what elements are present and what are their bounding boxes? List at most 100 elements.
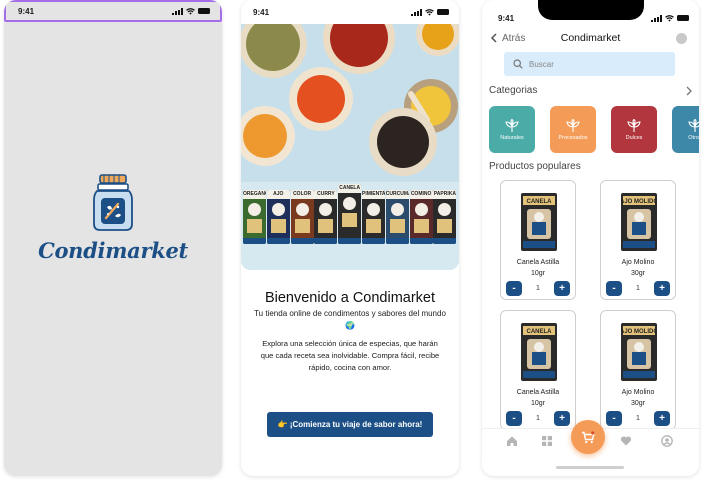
category-procesados[interactable]: Procesados — [550, 106, 596, 153]
status-bar: 9:41 — [4, 0, 222, 22]
status-icons — [411, 8, 449, 16]
heart-icon[interactable] — [620, 435, 632, 447]
spices-hero-image: OREGANOAJOCOLORCURRYCANELAPIMIENTACURCUM… — [241, 24, 459, 270]
wifi-icon — [425, 8, 434, 16]
signal-icon — [411, 8, 422, 16]
splash-logo: Condimarket — [4, 174, 222, 263]
profile-icon[interactable] — [661, 435, 673, 447]
leaf-icon — [627, 118, 641, 132]
package-label: CANELA — [527, 329, 553, 335]
welcome-subtitle: Tu tienda online de condimentos y sabore… — [254, 309, 446, 330]
status-bar: 9:41 — [482, 6, 699, 30]
category-label: Otros — [688, 134, 699, 141]
packet-label: PAPRIKA — [433, 190, 457, 199]
status-icons — [651, 14, 689, 22]
chevron-right-icon[interactable] — [686, 86, 693, 96]
leaf-icon — [688, 118, 699, 132]
status-bar: 9:41 — [241, 0, 459, 24]
spice-packets-row: OREGANOAJOCOLORCURRYCANELAPIMIENTACURCUM… — [243, 182, 457, 244]
market-home-screen: 9:41 Atrás Condimarket Buscar Categorias… — [482, 0, 699, 476]
decrease-button[interactable]: - — [506, 280, 522, 296]
packet-label: CANELA — [338, 184, 362, 193]
quantity-stepper: - 1 + — [506, 410, 570, 426]
search-placeholder: Buscar — [529, 59, 554, 69]
spice-packet: CANELA — [338, 184, 362, 244]
category-dulces[interactable]: Dulces — [611, 106, 657, 153]
home-indicator — [556, 466, 624, 469]
decrease-button[interactable]: - — [606, 410, 622, 426]
cart-button[interactable] — [571, 420, 605, 454]
home-icon[interactable] — [506, 435, 518, 447]
package-label: AJO MOLIDO — [621, 329, 657, 335]
packet-label: CURCUMA — [385, 190, 409, 199]
quantity-stepper: - 1 + — [606, 410, 670, 426]
spice-packet: CURRY — [314, 190, 338, 244]
product-card[interactable]: CANELA Canela Astilla 10gr - 1 + — [500, 310, 576, 430]
package-label: AJO MOLIDO — [621, 199, 657, 205]
increase-button[interactable]: + — [554, 410, 570, 426]
product-name: Ajo Molino — [621, 389, 655, 396]
category-naturales[interactable]: Naturales — [489, 106, 535, 153]
wifi-icon — [665, 14, 674, 22]
decrease-button[interactable]: - — [606, 280, 622, 296]
spice-packet: COMINO — [409, 190, 433, 244]
start-journey-label: 👉 ¡Comienza tu viaje de sabor ahora! — [277, 420, 423, 429]
spice-packet: OREGANO — [243, 190, 266, 244]
start-journey-button[interactable]: 👉 ¡Comienza tu viaje de sabor ahora! — [267, 412, 433, 437]
popular-products-title: Productos populares — [489, 161, 581, 172]
product-card[interactable]: AJO MOLIDO Ajo Molino 30gr - 1 + — [600, 310, 676, 430]
battery-icon — [198, 8, 210, 14]
product-weight: 30gr — [630, 400, 645, 407]
increase-button[interactable]: + — [654, 410, 670, 426]
decrease-button[interactable]: - — [506, 410, 522, 426]
quantity-stepper: - 1 + — [506, 280, 570, 296]
welcome-screen: 9:41 OREGANOAJOCOLORCURRYCANELAPIMIENTAC… — [241, 0, 459, 476]
product-name: Ajo Molino — [621, 259, 655, 266]
status-time: 9:41 — [253, 7, 270, 17]
product-image: AJO MOLIDO — [621, 193, 657, 251]
category-otros[interactable]: Otros — [672, 106, 699, 153]
product-weight: 10gr — [530, 270, 545, 277]
product-weight: 30gr — [630, 270, 645, 277]
product-card[interactable]: CANELA Canela Astilla 10gr - 1 + — [500, 180, 576, 300]
page-title: Condimarket — [560, 32, 621, 44]
welcome-description: Explora una selección única de especias,… — [260, 339, 440, 372]
packet-label: COMINO — [409, 190, 433, 199]
categories-list: Naturales Procesados Dulces Otros — [489, 106, 699, 153]
signal-icon — [651, 14, 662, 22]
search-icon — [513, 59, 523, 69]
battery-icon — [437, 9, 449, 15]
spice-packet: CURCUMA — [385, 190, 409, 244]
product-image: CANELA — [521, 323, 557, 381]
status-time: 9:41 — [498, 13, 515, 23]
packet-label: CURRY — [314, 190, 338, 199]
product-card[interactable]: AJO MOLIDO Ajo Molino 30gr - 1 + — [600, 180, 676, 300]
user-avatar-icon[interactable] — [676, 33, 687, 44]
battery-icon — [677, 15, 689, 21]
signal-icon — [172, 7, 183, 15]
category-label: Naturales — [500, 134, 524, 141]
quantity-value: 1 — [536, 414, 540, 422]
quantity-stepper: - 1 + — [606, 280, 670, 296]
spice-jar-icon — [93, 174, 133, 231]
leaf-icon — [505, 118, 519, 132]
splash-screen: 9:41 Condimarket — [4, 0, 222, 476]
product-image: CANELA — [521, 193, 557, 251]
product-name: Canela Astilla — [516, 259, 560, 266]
search-input[interactable]: Buscar — [504, 52, 675, 76]
top-nav: Atrás Condimarket — [482, 28, 699, 48]
quantity-value: 1 — [636, 414, 640, 422]
category-label: Dulces — [625, 134, 643, 141]
packet-label: OREGANO — [243, 190, 266, 199]
status-icons — [172, 7, 210, 15]
categories-icon[interactable] — [541, 435, 553, 447]
cart-icon — [582, 430, 595, 443]
quantity-value: 1 — [636, 284, 640, 292]
category-label: Procesados — [558, 134, 588, 141]
spice-packet: PAPRIKA — [433, 190, 457, 244]
spice-packet: AJO — [266, 190, 290, 244]
increase-button[interactable]: + — [554, 280, 570, 296]
product-image: AJO MOLIDO — [621, 323, 657, 381]
increase-button[interactable]: + — [654, 280, 670, 296]
packet-label: COLOR — [290, 190, 314, 199]
